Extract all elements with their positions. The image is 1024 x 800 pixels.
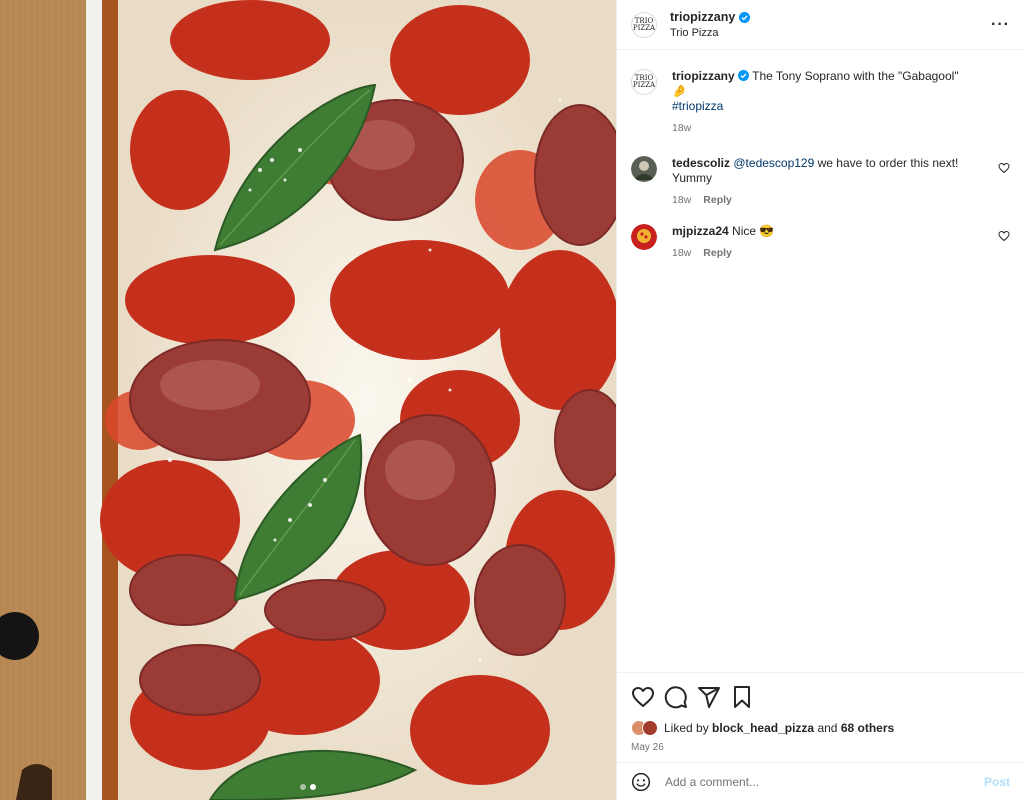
commenter-avatar[interactable] <box>631 224 657 250</box>
commenter-avatar[interactable] <box>631 156 657 182</box>
author-location[interactable]: Trio Pizza <box>670 27 750 39</box>
caption-username[interactable]: triopizzany <box>672 69 735 83</box>
caption-avatar[interactable]: TRIO PIZZA <box>631 69 657 95</box>
trio-pizza-logo: TRIO PIZZA <box>632 16 656 32</box>
comment-item: mjpizza24 Nice 😎 18w Reply <box>631 224 1010 259</box>
emoji-icon[interactable] <box>631 772 651 792</box>
verified-badge-icon <box>738 70 750 81</box>
action-bar <box>617 677 1024 717</box>
likes-middle: and <box>817 721 838 735</box>
comment-like-heart-icon[interactable] <box>998 162 1010 174</box>
heart-icon[interactable] <box>631 685 655 709</box>
pizza-image <box>0 0 616 800</box>
carousel-dot-2-active <box>310 784 316 790</box>
mention-link[interactable]: @tedescop129 <box>733 156 814 170</box>
bookmark-icon[interactable] <box>730 685 754 709</box>
add-comment-bar: Post <box>617 762 1024 800</box>
share-icon[interactable] <box>697 685 721 709</box>
post-actions-section: Liked by block_head_pizza and 68 others … <box>617 672 1024 800</box>
comment-timestamp[interactable]: 18w <box>672 247 691 259</box>
comment-input[interactable] <box>665 774 984 789</box>
liker-avatar <box>642 720 658 736</box>
comment-timestamp[interactable]: 18w <box>672 194 691 206</box>
comment-username[interactable]: mjpizza24 <box>672 224 729 238</box>
carousel-dot-1 <box>300 784 306 790</box>
hashtag-link[interactable]: #triopizza <box>672 99 974 114</box>
liker-avatars <box>631 720 658 736</box>
likes-prefix: Liked by <box>664 721 709 735</box>
comment-like-heart-icon[interactable] <box>998 230 1010 242</box>
comments-list: TRIO PIZZA triopizzany The Tony Soprano … <box>617 51 1024 672</box>
comment-username[interactable]: tedescoliz <box>672 156 730 170</box>
post-photo[interactable] <box>0 0 616 800</box>
post-details-panel: TRIO PIZZA triopizzany Trio Pizza ··· TR… <box>616 0 1024 800</box>
author-avatar[interactable]: TRIO PIZZA <box>631 11 657 38</box>
likes-summary: Liked by block_head_pizza and 68 others <box>617 720 1024 736</box>
caption: TRIO PIZZA triopizzany The Tony Soprano … <box>631 69 1010 134</box>
post-header: TRIO PIZZA triopizzany Trio Pizza ··· <box>617 0 1024 50</box>
comment-icon[interactable] <box>664 685 688 709</box>
caption-timestamp[interactable]: 18w <box>672 122 691 134</box>
post-comment-button[interactable]: Post <box>984 775 1010 789</box>
trio-pizza-logo: TRIO PIZZA <box>632 74 656 89</box>
likes-count[interactable]: 68 others <box>841 721 894 735</box>
more-options-button[interactable]: ··· <box>991 16 1010 34</box>
author-username[interactable]: triopizzany <box>670 10 735 24</box>
liker-username[interactable]: block_head_pizza <box>712 721 814 735</box>
post-date[interactable]: May 26 <box>617 742 1024 753</box>
reply-button[interactable]: Reply <box>703 194 732 206</box>
carousel-indicator <box>0 784 616 790</box>
verified-badge-icon <box>739 11 751 23</box>
comment-item: tedescoliz @tedescop129 we have to order… <box>631 156 1010 206</box>
comment-text: Nice 😎 <box>732 224 775 238</box>
reply-button[interactable]: Reply <box>703 247 732 259</box>
